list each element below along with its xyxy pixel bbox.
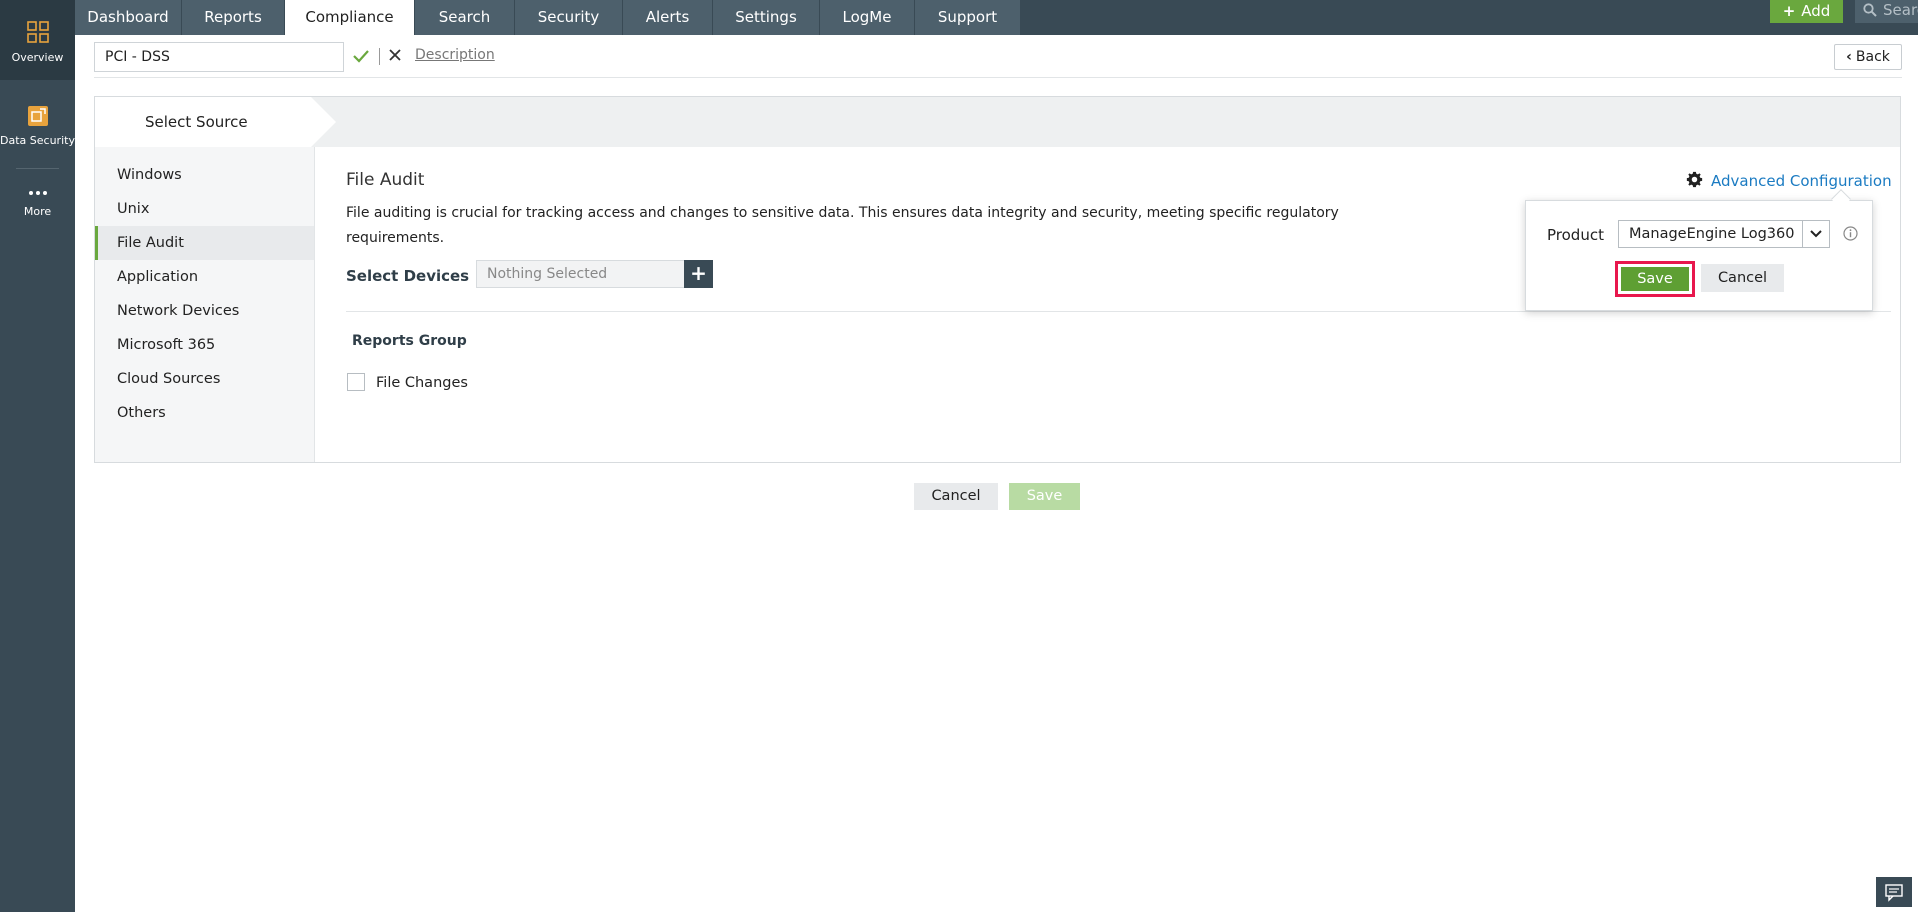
tab-reports[interactable]: Reports [182, 0, 285, 35]
chevron-down-icon[interactable] [1802, 221, 1829, 247]
sidenav-item-windows[interactable]: Windows [95, 158, 314, 192]
step-select-source[interactable]: Select Source [95, 97, 311, 147]
cancel-button[interactable]: Cancel [914, 483, 998, 510]
tab-alerts[interactable]: Alerts [623, 0, 713, 35]
search-icon [1863, 3, 1877, 17]
top-search-placeholder: Search [1883, 1, 1918, 19]
more-dots-icon [28, 191, 47, 195]
chat-button[interactable] [1876, 877, 1912, 907]
rail-label-data-security: Data Security [0, 134, 75, 147]
tab-dashboard[interactable]: Dashboard [75, 0, 182, 35]
tab-security[interactable]: Security [515, 0, 623, 35]
grid-icon [26, 21, 49, 43]
tab-search[interactable]: Search [415, 0, 515, 35]
popover-save-button[interactable]: Save [1621, 267, 1689, 291]
plus-icon: + [690, 261, 707, 285]
confirm-check-icon[interactable] [352, 47, 370, 65]
product-select-value: ManageEngine Log360 [1629, 226, 1795, 242]
left-rail: Overview Data Security More [0, 0, 75, 912]
sidenav-item-others[interactable]: Others [95, 396, 314, 430]
title-separator [379, 48, 380, 65]
description-link[interactable]: Description [415, 47, 495, 63]
info-icon[interactable] [1843, 226, 1858, 241]
back-button[interactable]: ‹ Back [1834, 44, 1902, 70]
add-device-button[interactable]: + [684, 260, 713, 288]
steps-bar: Select Source [95, 97, 1900, 147]
tab-settings[interactable]: Settings [713, 0, 820, 35]
select-devices-label: Select Devices [346, 267, 470, 285]
popover-save-highlight: Save [1615, 261, 1695, 297]
rail-item-overview[interactable]: Overview [0, 0, 75, 80]
sidenav-item-network-devices[interactable]: Network Devices [95, 294, 314, 328]
file-changes-checkbox[interactable] [347, 373, 365, 391]
advanced-configuration-link[interactable]: Advanced Configuration [1711, 172, 1892, 190]
sidenav-item-file-audit[interactable]: File Audit [95, 226, 314, 260]
product-label: Product [1547, 226, 1604, 244]
rail-divider [16, 168, 59, 169]
data-security-icon [27, 106, 48, 126]
tab-compliance[interactable]: Compliance [285, 0, 415, 35]
file-changes-label[interactable]: File Changes [376, 375, 468, 391]
title-divider [94, 77, 1902, 78]
sidenav-item-microsoft-365[interactable]: Microsoft 365 [95, 328, 314, 362]
sidenav-item-cloud-sources[interactable]: Cloud Sources [95, 362, 314, 396]
chat-icon [1885, 884, 1903, 902]
tab-logme[interactable]: LogMe [820, 0, 915, 35]
cancel-x-icon[interactable] [389, 49, 401, 61]
save-button[interactable]: Save [1009, 483, 1080, 510]
sidenav-item-application[interactable]: Application [95, 260, 314, 294]
section-title: File Audit [346, 170, 425, 190]
add-button-label: Add [1801, 2, 1831, 20]
advanced-config-popover: Product ManageEngine Log360 Save Cancel [1525, 200, 1873, 311]
plus-icon: + [1782, 2, 1796, 20]
source-sidenav: Windows Unix File Audit Application Netw… [95, 147, 315, 462]
select-devices-input[interactable]: Nothing Selected [476, 260, 686, 288]
add-button[interactable]: + Add [1770, 0, 1843, 23]
rail-item-data-security[interactable]: Data Security [0, 105, 75, 155]
rail-label-overview: Overview [11, 51, 64, 64]
step-arrow [311, 97, 336, 147]
back-button-label: Back [1855, 49, 1890, 65]
top-search-input[interactable]: Search [1855, 0, 1918, 23]
rail-item-more[interactable]: More [0, 188, 75, 233]
sidenav-item-unix[interactable]: Unix [95, 192, 314, 226]
section-description: File auditing is crucial for tracking ac… [346, 205, 1339, 246]
content-divider [346, 311, 1891, 312]
gear-icon[interactable] [1686, 171, 1703, 188]
report-name-input[interactable]: PCI - DSS [94, 42, 344, 72]
reports-group-label: Reports Group [352, 333, 467, 349]
chevron-left-icon: ‹ [1846, 49, 1852, 65]
product-select[interactable]: ManageEngine Log360 [1618, 220, 1830, 248]
popover-cancel-button[interactable]: Cancel [1701, 264, 1784, 292]
top-navigation: Dashboard Reports Compliance Search Secu… [75, 0, 1918, 35]
rail-label-more: More [23, 205, 52, 218]
tab-support[interactable]: Support [915, 0, 1021, 35]
